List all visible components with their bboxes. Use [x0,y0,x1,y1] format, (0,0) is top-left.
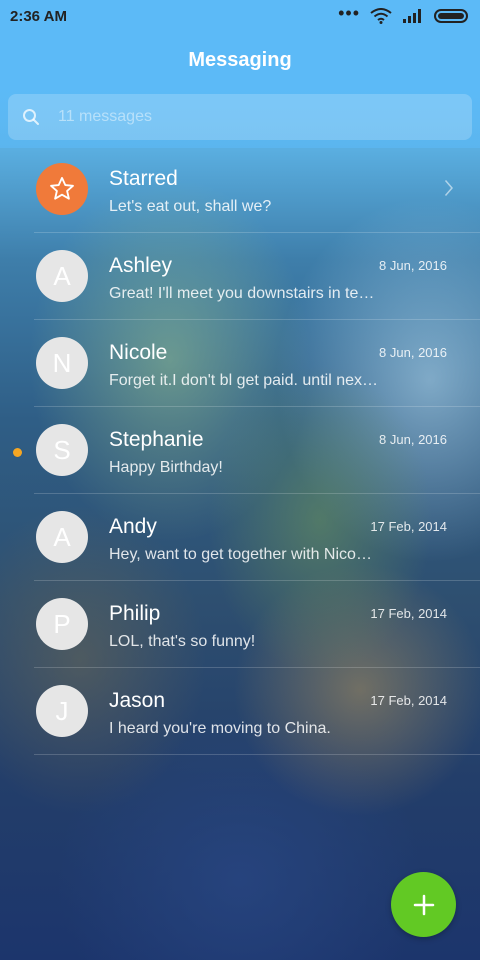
conversation-row[interactable]: A Andy 17 Feb, 2014 Hey, want to get tog… [0,494,480,581]
contact-name: Starred [109,167,178,190]
status-icons: ••• [338,3,470,24]
conversation-row[interactable]: A Ashley 8 Jun, 2016 Great! I'll meet yo… [0,233,480,320]
message-date: 8 Jun, 2016 [379,432,447,447]
message-date: 8 Jun, 2016 [379,258,447,273]
search-input[interactable] [56,107,440,127]
message-preview: LOL, that's so funny! [109,633,256,650]
contact-name: Nicole [109,341,168,364]
avatar: J [36,685,88,737]
message-preview: Forget it.I don't bl get paid. until nex… [109,372,378,389]
avatar: A [36,250,88,302]
avatar: N [36,337,88,389]
wifi-icon [370,8,392,24]
new-message-button[interactable] [391,872,456,937]
status-bar: 2:36 AM ••• [0,0,480,32]
message-preview: Let's eat out, shall we? [109,198,272,215]
search-bar[interactable] [8,94,472,140]
app-header: Messaging [0,32,480,88]
star-icon [50,176,74,200]
avatar: P [36,598,88,650]
message-date: 17 Feb, 2014 [370,606,447,621]
unread-indicator [13,448,22,457]
starred-avatar [36,163,88,215]
search-icon [23,109,39,125]
contact-name: Stephanie [109,428,204,451]
conversation-list: Starred Let's eat out, shall we? A Ashle… [0,146,480,755]
message-date: 17 Feb, 2014 [370,519,447,534]
message-date: 17 Feb, 2014 [370,693,447,708]
battery-icon [434,9,468,23]
message-preview: I heard you're moving to China. [109,720,331,737]
plus-icon [413,894,434,915]
message-preview: Hey, want to get together with Nico… [109,546,372,563]
message-preview: Happy Birthday! [109,459,223,476]
conversation-row[interactable]: N Nicole 8 Jun, 2016 Forget it.I don't b… [0,320,480,407]
avatar: S [36,424,88,476]
avatar: A [36,511,88,563]
contact-name: Jason [109,689,166,712]
signal-icon [403,9,421,23]
more-dots-icon: ••• [338,3,360,23]
message-preview: Great! I'll meet you downstairs in te… [109,285,375,302]
contact-name: Andy [109,515,157,538]
chevron-right-icon [444,180,453,196]
page-title: Messaging [188,48,292,71]
contact-name: Ashley [109,254,173,277]
conversation-row-starred[interactable]: Starred Let's eat out, shall we? [0,146,480,233]
conversation-row[interactable]: P Philip 17 Feb, 2014 LOL, that's so fun… [0,581,480,668]
message-date: 8 Jun, 2016 [379,345,447,360]
conversation-row[interactable]: S Stephanie 8 Jun, 2016 Happy Birthday! [0,407,480,494]
status-time: 2:36 AM [10,7,67,25]
conversation-row[interactable]: J Jason 17 Feb, 2014 I heard you're movi… [0,668,480,755]
contact-name: Philip [109,602,161,625]
